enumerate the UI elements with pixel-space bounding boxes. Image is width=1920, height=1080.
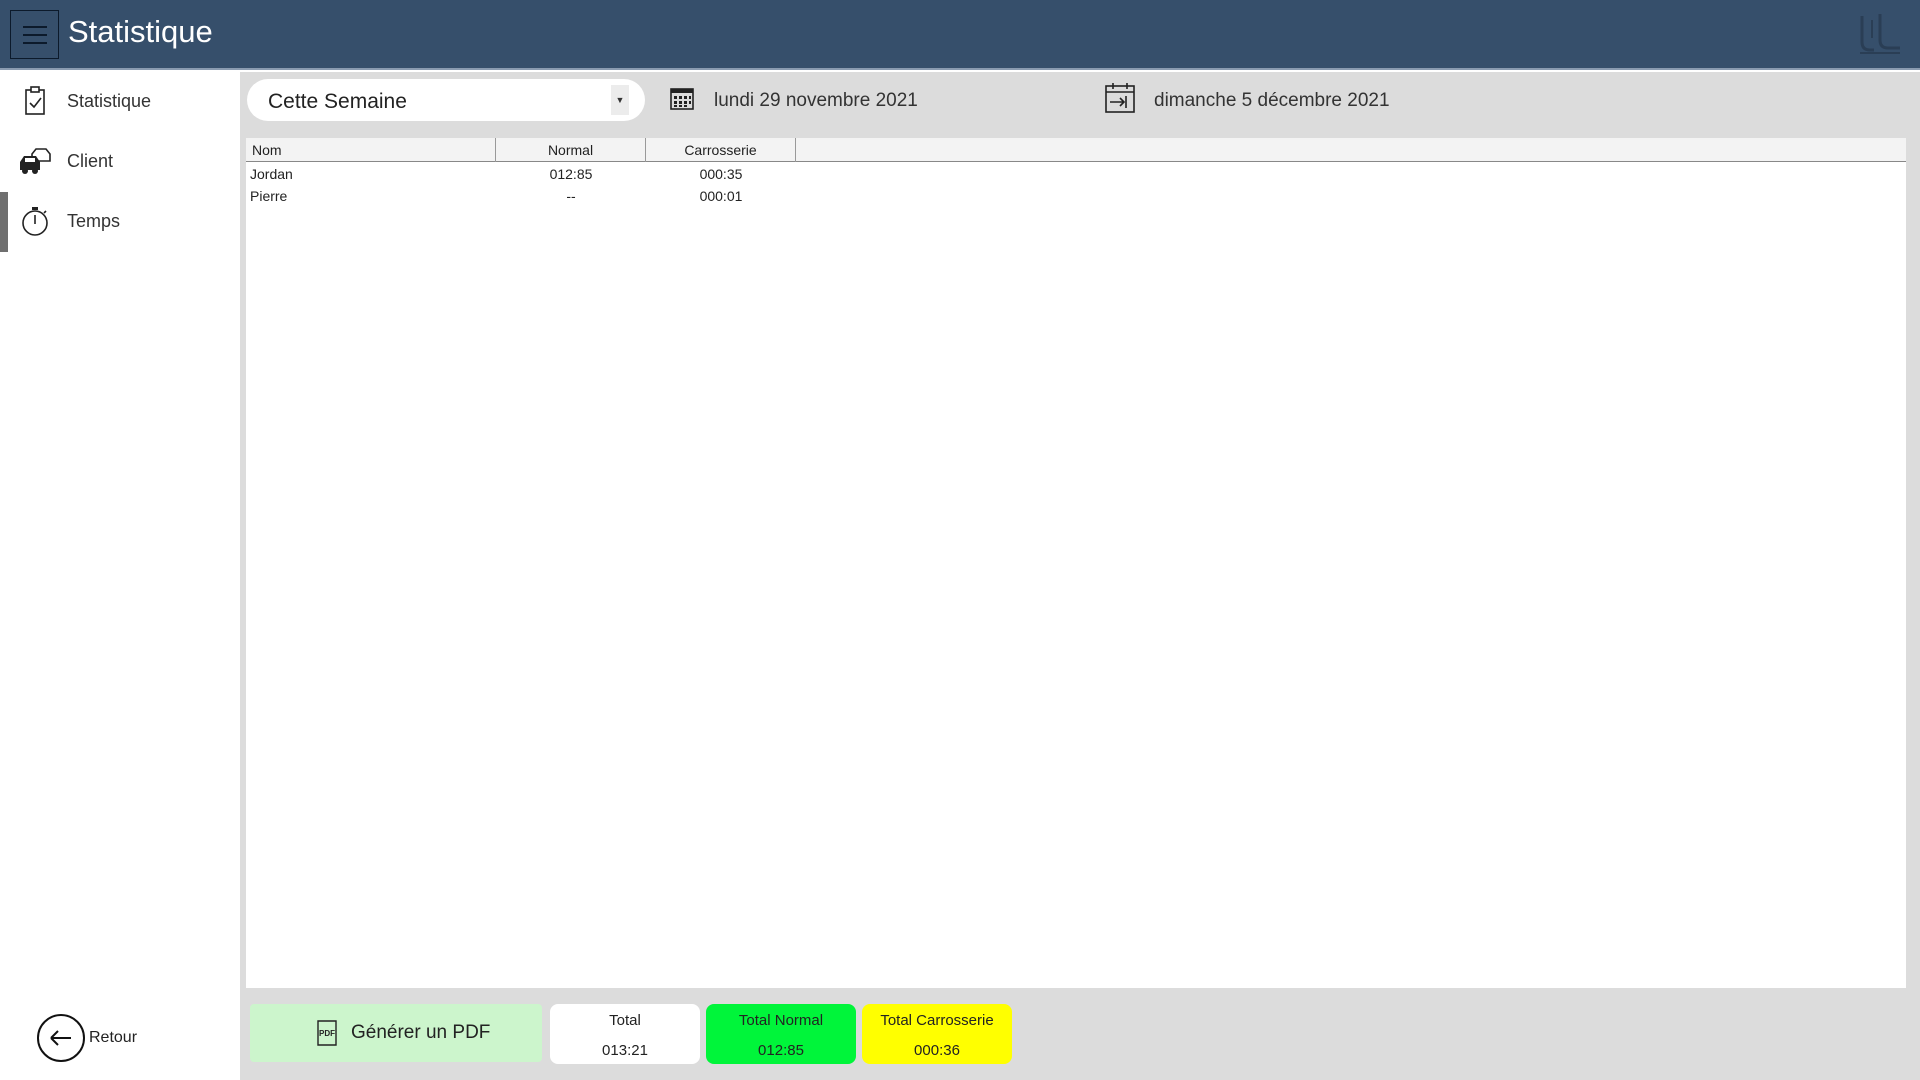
total-card: Total 013:21 xyxy=(550,1004,700,1064)
total-normal-value: 012:85 xyxy=(758,1042,804,1059)
sidebar-item-client[interactable]: Client xyxy=(0,132,240,192)
pdf-icon-text: PDF xyxy=(319,1029,335,1038)
time-table: Nom Normal Carrosserie Jordan 012:85 000… xyxy=(246,138,1906,988)
chevron-down-icon: ▼ xyxy=(611,85,629,115)
hamburger-line xyxy=(22,25,47,28)
cell-nom: Pierre xyxy=(250,188,288,204)
generate-pdf-label: Générer un PDF xyxy=(351,1022,491,1043)
sidebar-item-statistique[interactable]: Statistique xyxy=(0,72,240,132)
title-bar: Statistique xyxy=(0,0,1920,70)
cell-carrosserie: 000:01 xyxy=(699,188,743,204)
total-carrosserie-value: 000:36 xyxy=(914,1042,960,1059)
total-normal-label: Total Normal xyxy=(738,1012,824,1029)
sidebar-item-label: Statistique xyxy=(67,91,152,111)
table-header: Nom Normal Carrosserie xyxy=(246,138,1906,162)
total-value: 013:21 xyxy=(602,1042,648,1059)
table-row[interactable]: Jordan 012:85 000:35 xyxy=(246,164,1906,186)
arrow-left-icon xyxy=(50,1030,71,1046)
total-normal-card: Total Normal 012:85 xyxy=(706,1004,856,1064)
clipboard-check-icon xyxy=(25,86,45,115)
app-logo-icon xyxy=(1860,14,1900,54)
cell-normal: -- xyxy=(566,188,576,204)
period-select[interactable]: Cette Semaine ▼ xyxy=(247,79,645,121)
main-content: Cette Semaine ▼ lundi 29 novembre 2021 d… xyxy=(240,72,1920,1080)
end-date-value: dimanche 5 décembre 2021 xyxy=(1154,90,1390,111)
back-button[interactable]: Retour xyxy=(37,1014,237,1064)
start-date-picker[interactable]: lundi 29 novembre 2021 xyxy=(668,84,968,118)
cars-icon xyxy=(20,148,51,174)
sidebar-item-temps[interactable]: Temps xyxy=(0,192,240,252)
column-header-carrosserie[interactable]: Carrosserie xyxy=(646,138,796,162)
cell-nom: Jordan xyxy=(250,166,293,182)
end-date-picker[interactable]: dimanche 5 décembre 2021 xyxy=(1104,83,1434,118)
cell-carrosserie: 000:35 xyxy=(699,166,743,182)
total-carrosserie-card: Total Carrosserie 000:36 xyxy=(862,1004,1012,1064)
hamburger-menu-button[interactable] xyxy=(10,10,59,59)
period-select-value: Cette Semaine xyxy=(268,90,407,113)
back-label: Retour xyxy=(89,1029,138,1046)
sidebar-item-label: Temps xyxy=(67,211,121,231)
pdf-icon: PDF xyxy=(317,1020,337,1046)
page-title: Statistique xyxy=(68,14,213,49)
stopwatch-icon xyxy=(22,207,48,236)
column-header-nom[interactable]: Nom xyxy=(246,138,496,162)
generate-pdf-button[interactable]: PDF Générer un PDF xyxy=(250,1004,542,1062)
column-header-normal[interactable]: Normal xyxy=(496,138,646,162)
cell-normal: 012:85 xyxy=(549,166,593,182)
calendar-arrow-icon xyxy=(1105,83,1135,113)
sidebar-item-label: Client xyxy=(67,151,114,171)
sidebar: Statistique Client Temps Retour xyxy=(0,72,240,1080)
total-label: Total xyxy=(609,1012,641,1029)
table-row[interactable]: Pierre -- 000:01 xyxy=(246,186,1906,208)
hamburger-line xyxy=(22,33,47,36)
total-carrosserie-label: Total Carrosserie xyxy=(880,1012,994,1029)
back-icon-circle xyxy=(37,1014,85,1062)
calendar-icon xyxy=(670,88,694,110)
start-date-value: lundi 29 novembre 2021 xyxy=(714,90,918,111)
hamburger-line xyxy=(22,41,47,44)
